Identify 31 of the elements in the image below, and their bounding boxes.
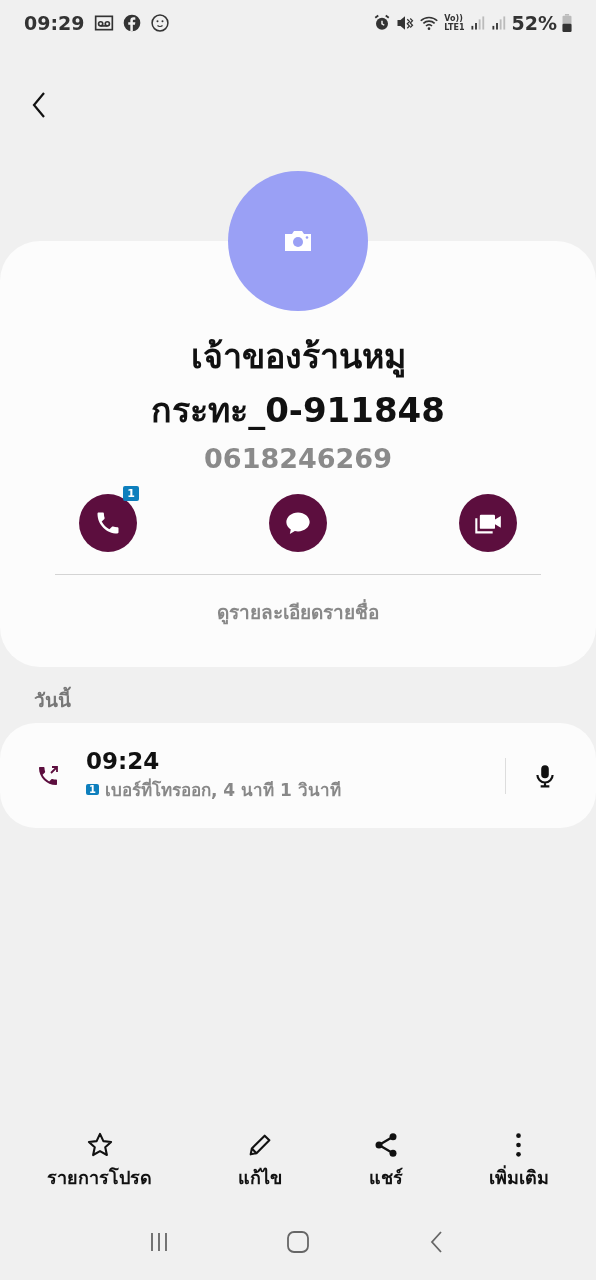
phone-number: 0618246269 (204, 443, 392, 474)
toolbar-button[interactable]: แชร์ (362, 1129, 409, 1194)
network-type-label: LTE1 (444, 22, 465, 32)
home-icon[interactable] (286, 1230, 310, 1254)
toolbar-button[interactable]: แก้ไข (232, 1129, 289, 1194)
battery-icon (562, 13, 572, 32)
video-call-button[interactable] (459, 494, 517, 552)
outgoing-call-icon (36, 763, 60, 788)
volte-label: Vo)) (444, 13, 464, 23)
alarm-icon (373, 13, 392, 32)
toolbar-button[interactable]: เพิ่มเติม (482, 1129, 555, 1194)
status-time: 09:29 (24, 11, 85, 34)
sim-badge: 1 (86, 784, 99, 795)
section-title: วันนี้ (0, 667, 596, 723)
sim-badge: 1 (123, 486, 139, 501)
star-icon (85, 1131, 114, 1159)
back-icon (32, 92, 46, 118)
call-log-entry[interactable]: 09:24 1 เบอร์ที่โทรออก, 4 นาที 1 วินาที (0, 748, 596, 803)
signal-icon (469, 13, 486, 32)
more-icon (516, 1131, 522, 1159)
smiley-icon (150, 12, 171, 33)
call-time: 09:24 (86, 748, 161, 774)
contact-name: เจ้าของร้านหมู (190, 335, 406, 380)
contact-name: กระทะ_0-911848 (151, 389, 445, 432)
signal-icon (490, 13, 507, 32)
message-button[interactable] (269, 494, 327, 552)
battery-percentage: 52% (511, 11, 557, 34)
camera-icon (283, 229, 313, 253)
facebook-icon (122, 12, 143, 33)
toolbar-button[interactable]: รายการโปรด (41, 1129, 159, 1194)
call-description: เบอร์ที่โทรออก, 4 นาที 1 วินาที (104, 777, 341, 802)
